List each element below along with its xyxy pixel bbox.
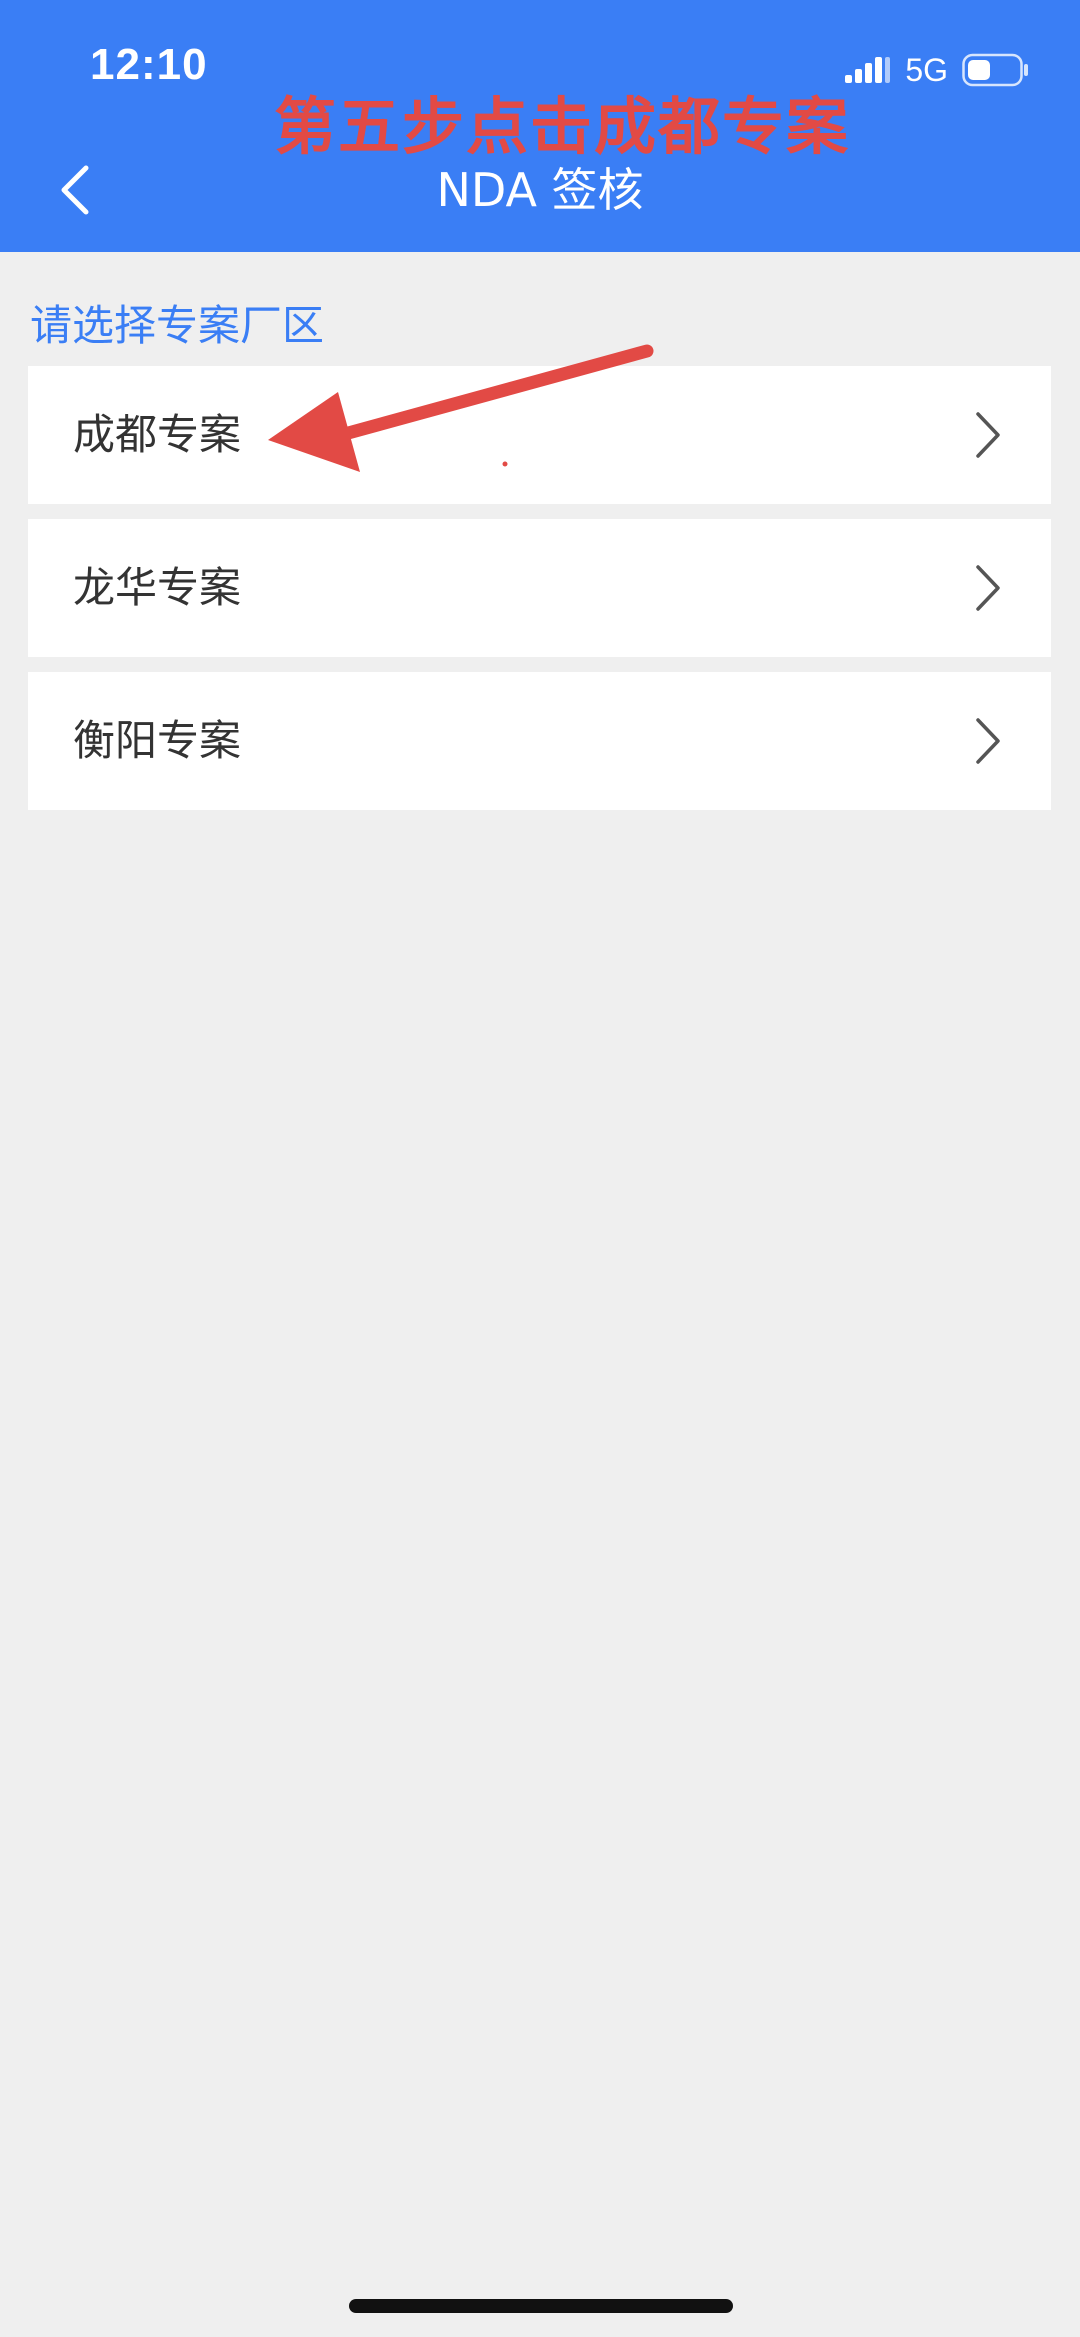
chevron-right-icon [976, 718, 1000, 764]
page-title: NDA 签核 [436, 163, 644, 217]
chevron-right-icon [976, 565, 1000, 611]
app-header: 12:10 5G 第五步点击成都专案 NDA 签核 [0, 0, 1080, 252]
list-item-label: 衡阳专案 [73, 716, 242, 765]
annotation-instruction: 第五步点击成都专案 [273, 90, 850, 163]
chevron-right-icon [976, 412, 1000, 458]
list-item-hengyang[interactable]: 衡阳专案 [28, 672, 1051, 810]
section-label: 请选择专案厂区 [30, 301, 325, 350]
list-item-longhua[interactable]: 龙华专案 [28, 519, 1051, 657]
list-item-label: 龙华专案 [73, 563, 242, 612]
home-indicator[interactable] [349, 2299, 733, 2313]
list-item-chengdu[interactable]: 成都专案 [28, 366, 1051, 504]
list-item-label: 成都专案 [73, 410, 242, 459]
